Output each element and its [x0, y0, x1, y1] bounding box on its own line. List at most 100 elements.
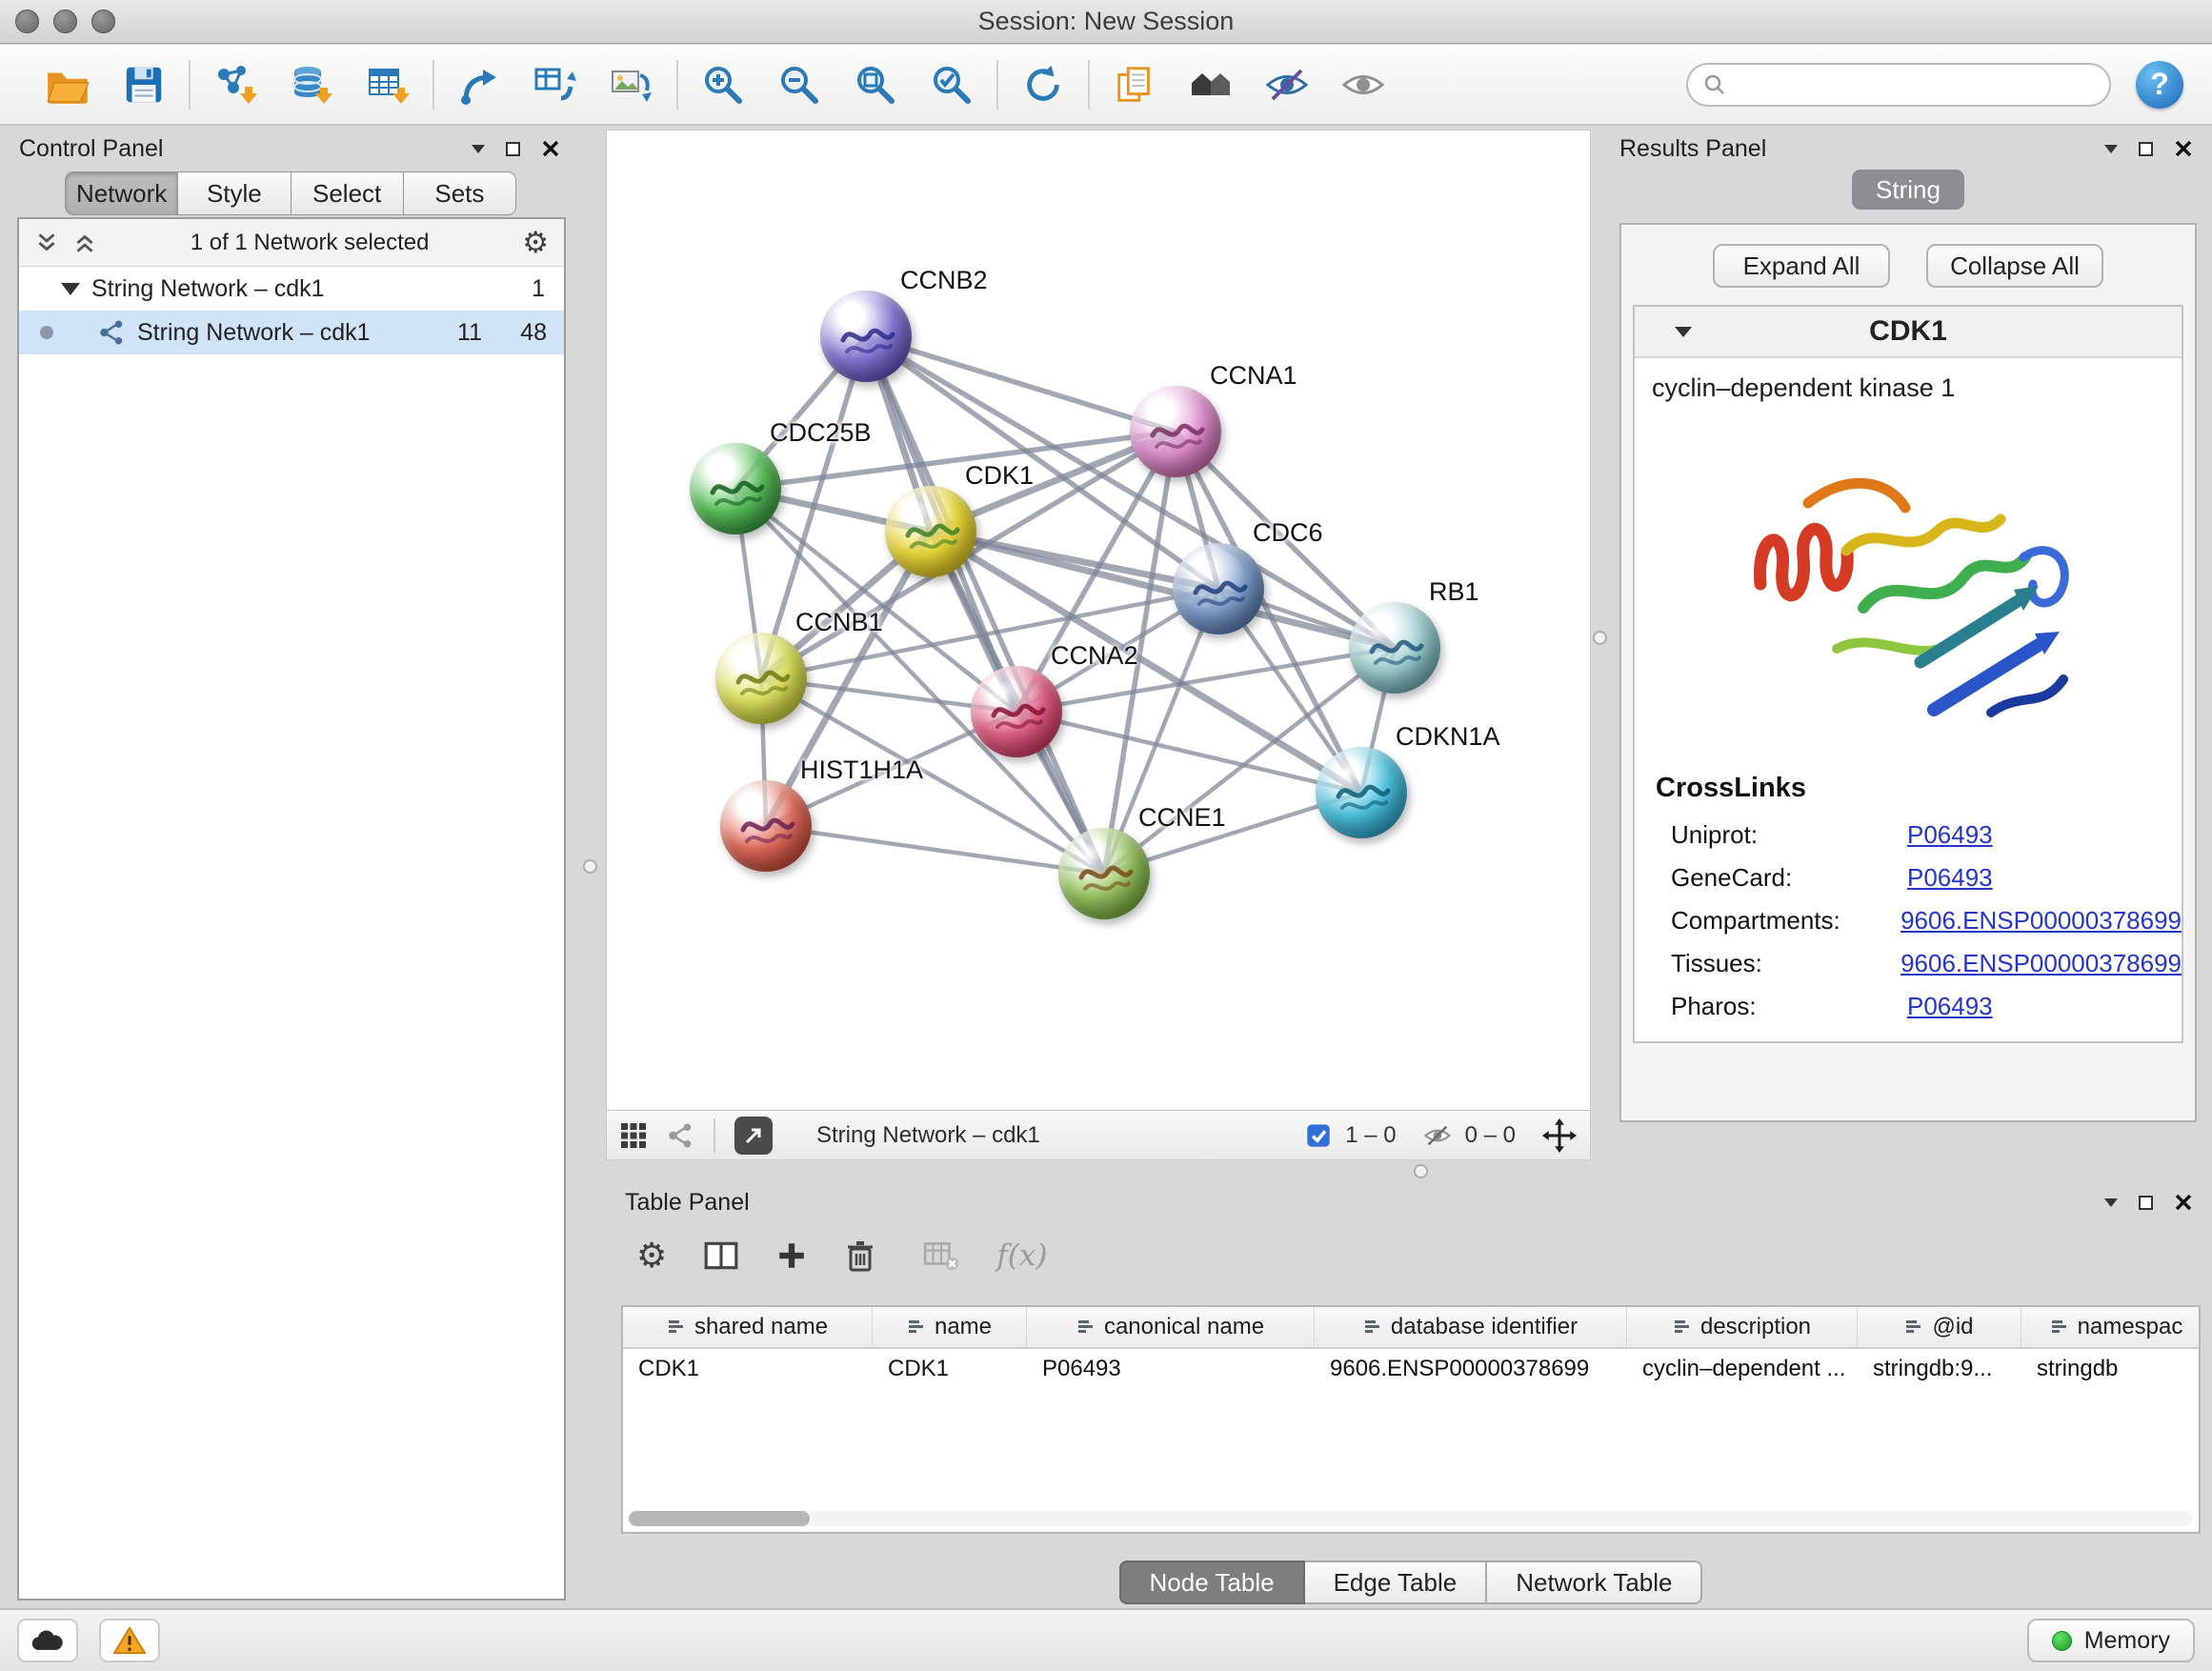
maximize-panel-icon[interactable]	[2139, 1196, 2153, 1210]
column-header-canonical-name[interactable]: canonical name	[1027, 1307, 1315, 1347]
collapse-all-button[interactable]: Collapse All	[1926, 244, 2103, 288]
crosslink-link[interactable]: P06493	[1907, 992, 1993, 1021]
maximize-panel-icon[interactable]	[506, 142, 520, 156]
network-collection-row[interactable]: String Network – cdk1 1	[19, 267, 564, 311]
splitter-handle[interactable]	[583, 859, 597, 874]
table-gear-icon[interactable]: ⚙	[636, 1238, 667, 1273]
network-edge[interactable]	[866, 336, 1104, 874]
expand-all-icon[interactable]	[72, 231, 97, 255]
share-view-icon[interactable]	[666, 1121, 694, 1150]
memory-button[interactable]: Memory	[2027, 1619, 2195, 1662]
save-icon	[122, 63, 166, 107]
apply-layout-button[interactable]	[1017, 58, 1069, 111]
column-header-description[interactable]: description	[1627, 1307, 1858, 1347]
collection-expander-icon[interactable]	[61, 283, 80, 295]
cloud-button[interactable]	[17, 1619, 78, 1662]
float-panel-icon[interactable]	[2104, 145, 2118, 153]
maximize-panel-icon[interactable]	[2139, 142, 2153, 156]
copy-document-button[interactable]	[1109, 58, 1160, 111]
export-image-button[interactable]	[606, 58, 657, 111]
open-session-button[interactable]	[42, 58, 93, 111]
entry-expander-icon[interactable]	[1675, 327, 1692, 337]
tab-sets[interactable]: Sets	[404, 171, 516, 215]
tab-network-table[interactable]: Network Table	[1487, 1560, 1702, 1604]
network-node-cdc6[interactable]	[1173, 543, 1264, 634]
tab-node-table[interactable]: Node Table	[1119, 1560, 1305, 1604]
gene-entry-header[interactable]: CDK1	[1635, 307, 2182, 358]
function-builder-icon[interactable]: f(x)	[996, 1238, 1047, 1273]
hidden-eye-slash-icon[interactable]	[1423, 1121, 1452, 1150]
tab-style[interactable]: Style	[178, 171, 291, 215]
network-edge[interactable]	[766, 826, 1104, 874]
clone-network-button[interactable]	[530, 58, 581, 111]
zoom-in-button[interactable]	[697, 58, 749, 111]
crosslink-link[interactable]: P06493	[1907, 863, 1993, 893]
network-row[interactable]: String Network – cdk1 11 48	[19, 311, 564, 354]
column-header-shared-name[interactable]: shared name	[623, 1307, 873, 1347]
expand-all-button[interactable]: Expand All	[1713, 244, 1890, 288]
delete-table-icon[interactable]	[922, 1239, 960, 1272]
column-header-database-identifier[interactable]: database identifier	[1315, 1307, 1627, 1347]
import-table-button[interactable]	[362, 58, 413, 111]
float-panel-icon[interactable]	[2104, 1198, 2118, 1207]
tab-edge-table[interactable]: Edge Table	[1305, 1560, 1488, 1604]
tab-string[interactable]: String	[1852, 170, 1964, 210]
network-node-ccna2[interactable]	[971, 666, 1062, 757]
tab-select[interactable]: Select	[292, 171, 404, 215]
import-network-database-button[interactable]	[286, 58, 337, 111]
zoom-out-button[interactable]	[774, 58, 825, 111]
network-node-hist1h1a[interactable]	[720, 780, 812, 872]
network-node-cdc25b[interactable]	[690, 443, 781, 534]
selected-checkbox-icon[interactable]	[1305, 1122, 1332, 1149]
birdseye-grid-icon[interactable]	[620, 1122, 647, 1149]
network-canvas[interactable]: CCNB2CCNA1CDC25BCDK1CDC6RB1CCNB1CCNA2CDK…	[607, 131, 1590, 1110]
help-button[interactable]: ?	[2136, 61, 2183, 109]
import-network-file-button[interactable]	[210, 58, 261, 111]
zoom-fit-button[interactable]	[850, 58, 901, 111]
table-hscrollbar[interactable]	[629, 1511, 2193, 1526]
network-node-ccnb2[interactable]	[820, 291, 912, 382]
network-node-rb1[interactable]	[1349, 602, 1440, 694]
add-column-icon[interactable]	[775, 1239, 808, 1272]
zoom-selected-button[interactable]	[926, 58, 977, 111]
table-row[interactable]: CDK1CDK1P064939606.ENSP00000378699cyclin…	[623, 1349, 2199, 1389]
toolbar-search[interactable]	[1686, 63, 2111, 107]
window-close-button[interactable]	[15, 10, 39, 33]
splitter-handle[interactable]	[1414, 1164, 1428, 1178]
network-node-ccnb1[interactable]	[715, 633, 807, 724]
close-panel-icon[interactable]	[2174, 139, 2193, 158]
close-panel-icon[interactable]	[541, 139, 560, 158]
search-input[interactable]	[1736, 70, 2094, 99]
network-node-cdkn1a[interactable]	[1316, 747, 1407, 838]
hide-selected-button[interactable]	[1261, 58, 1313, 111]
network-node-ccne1[interactable]	[1058, 828, 1150, 919]
column-header-name[interactable]: name	[873, 1307, 1027, 1347]
window-zoom-button[interactable]	[91, 10, 115, 33]
network-node-cdk1[interactable]	[885, 486, 976, 577]
collapse-all-icon[interactable]	[34, 231, 59, 255]
splitter-handle[interactable]	[1593, 631, 1607, 645]
delete-column-icon[interactable]	[844, 1238, 876, 1273]
float-panel-icon[interactable]	[472, 145, 485, 153]
crosslink-link[interactable]: P06493	[1907, 820, 1993, 850]
pan-crosshair-icon[interactable]	[1542, 1118, 1577, 1153]
column-header-namespac[interactable]: namespac	[2021, 1307, 2201, 1347]
network-edge[interactable]	[1016, 712, 1361, 793]
warnings-button[interactable]	[99, 1619, 160, 1662]
tab-network[interactable]: Network	[65, 171, 178, 215]
column-header--id[interactable]: @id	[1858, 1307, 2021, 1347]
network-node-ccna1[interactable]	[1130, 386, 1221, 477]
save-session-button[interactable]	[118, 58, 170, 111]
scrollbar-thumb[interactable]	[629, 1511, 810, 1526]
gear-icon[interactable]: ⚙	[522, 228, 549, 257]
close-panel-icon[interactable]	[2174, 1193, 2193, 1212]
detach-view-button[interactable]	[734, 1117, 773, 1155]
show-all-button[interactable]	[1337, 58, 1389, 111]
crosslink-link[interactable]: 9606.ENSP00000378699	[1900, 906, 2182, 936]
home-button[interactable]	[1185, 58, 1237, 111]
crosslink-link[interactable]: 9606.ENSP00000378699	[1900, 949, 2182, 978]
columns-icon[interactable]	[703, 1239, 739, 1272]
window-controls[interactable]	[15, 10, 115, 33]
window-minimize-button[interactable]	[53, 10, 77, 33]
new-network-button[interactable]	[453, 58, 505, 111]
